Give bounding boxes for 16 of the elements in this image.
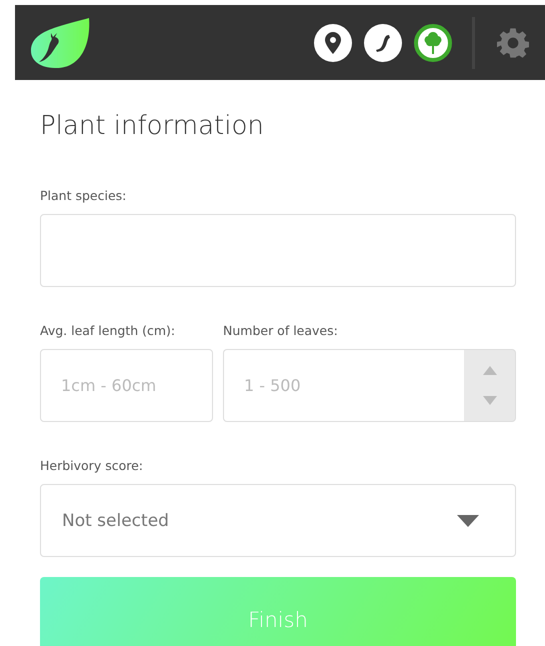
dropdown-field[interactable]: Not selected [40, 484, 516, 557]
field-label: Number of leaves: [223, 323, 339, 339]
step-button[interactable] [414, 24, 452, 62]
settings-icon[interactable] [497, 26, 529, 58]
caterpillar-icon [373, 32, 393, 52]
field-label: Avg. leaf length (cm): [40, 323, 176, 339]
caret-icon [457, 514, 479, 526]
location-pin-icon [325, 32, 341, 54]
tree-icon [423, 32, 443, 54]
input-field[interactable] [40, 214, 516, 287]
field-label: Plant species: [40, 188, 128, 204]
page-title: Plant information [40, 110, 265, 143]
field-label: Herbivory score: [40, 458, 144, 474]
input-field[interactable]: 1cm - 60cm [40, 349, 213, 422]
step-button[interactable] [364, 24, 402, 62]
step-button[interactable] [314, 24, 352, 62]
